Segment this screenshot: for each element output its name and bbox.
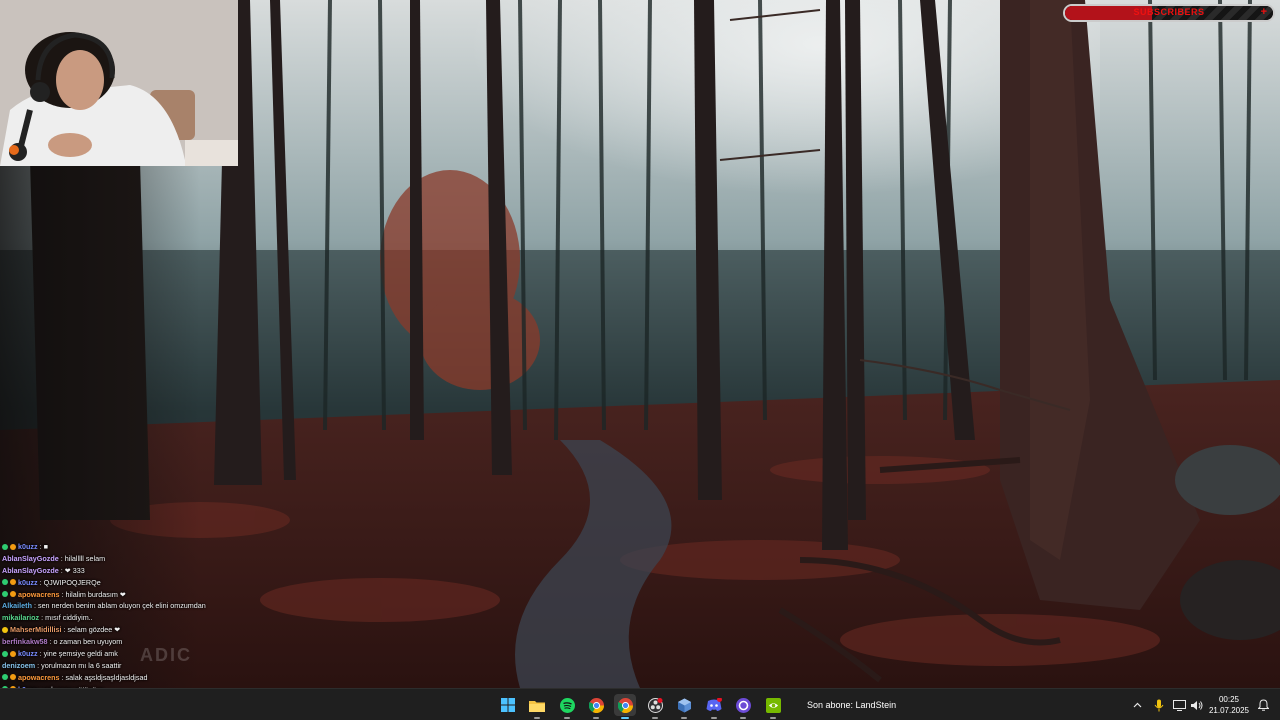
- chat-badge-icon: [10, 579, 16, 586]
- chat-message: AblanSlayGozde : hilalllll selam: [2, 553, 292, 565]
- windows-start-icon[interactable]: [497, 694, 519, 716]
- chat-text: salak aşsldjsaşldjasldjsad: [65, 672, 148, 682]
- discord-icon[interactable]: [703, 694, 725, 719]
- chat-username[interactable]: Alkaileth: [2, 601, 32, 610]
- chat-text: hilalllll selam: [64, 553, 106, 563]
- now-playing-label: Son abone: LandStein: [807, 700, 897, 710]
- chat-text: ❤ 333: [64, 565, 85, 575]
- chat-username[interactable]: k0uzz: [18, 542, 38, 551]
- chat-username[interactable]: mikailarioz: [2, 613, 39, 622]
- chat-badge-icon: [2, 674, 8, 681]
- chat-message: k0uzz : QJWIPOQJERQe: [2, 577, 292, 589]
- clock-time: 00:25: [1218, 695, 1240, 704]
- clock-date: 21.07.2025: [1208, 706, 1250, 715]
- nvidia-icon[interactable]: [762, 694, 784, 719]
- chrome-icon[interactable]: [585, 694, 607, 719]
- chrome-profile-icon[interactable]: [614, 694, 636, 719]
- chevron-up-icon[interactable]: [1130, 698, 1144, 712]
- spotify-icon[interactable]: [556, 694, 578, 719]
- chat-username[interactable]: denizoem: [2, 661, 35, 670]
- video-watermark: ADIC: [140, 645, 192, 665]
- volume-icon[interactable]: [1189, 698, 1203, 712]
- chat-username[interactable]: MahserMidillisi: [10, 625, 62, 634]
- app-ring-icon[interactable]: [732, 694, 754, 719]
- chat-username[interactable]: apowacrens: [18, 590, 60, 599]
- chat-badge-icon: [2, 626, 8, 633]
- chat-username[interactable]: AblanSlayGozde: [2, 554, 59, 563]
- app-cube-icon[interactable]: [673, 694, 695, 719]
- chat-text: selam gözdee ❤: [67, 625, 121, 635]
- taskbar-clock[interactable]: 00:25 21.07.2025: [1208, 694, 1250, 716]
- chat-badge-icon: [2, 543, 8, 550]
- streamer-webcam-feed: [0, 0, 238, 166]
- windows-taskbar: Son abone: LandStein 00:25 21.07.2025: [0, 688, 1280, 720]
- chat-message: Alkaileth : sen nerden benim ablam oluyo…: [2, 600, 292, 612]
- chat-text: mısıf ciddiyim..: [45, 613, 93, 623]
- chat-username[interactable]: apowacrens: [18, 673, 60, 682]
- file-explorer-icon[interactable]: [526, 694, 548, 719]
- chat-username[interactable]: k0uzz: [18, 578, 38, 587]
- chat-badge-icon: [10, 591, 16, 598]
- chat-badge-icon: [10, 650, 16, 657]
- chat-text: sen nerden benim ablam oluyon çek elini …: [37, 601, 206, 611]
- subscriber-goal-bar: SUBSCRIBERS +: [1063, 4, 1275, 22]
- chat-text: hilalim burdasım ❤: [65, 589, 126, 599]
- goal-bar-label: SUBSCRIBERS: [1133, 7, 1205, 17]
- chat-badge-icon: [2, 579, 8, 586]
- microphone-icon[interactable]: [1152, 698, 1166, 712]
- notification-bell-icon[interactable]: [1256, 698, 1270, 712]
- chat-message: apowacrens : hilalim burdasım ❤: [2, 589, 292, 601]
- network-icon[interactable]: [1172, 698, 1186, 712]
- chat-badge-icon: [2, 650, 8, 657]
- chat-message: AblanSlayGozde : ❤ 333: [2, 565, 292, 577]
- chat-message: apowacrens : salak aşsldjsaşldjasldjsad: [2, 672, 292, 684]
- goal-bar-plus-icon: +: [1260, 6, 1267, 18]
- chat-username[interactable]: k0uzz: [18, 649, 38, 658]
- chat-message: MahserMidillisi : selam gözdee ❤: [2, 624, 292, 636]
- webcam-overlay: [0, 0, 238, 166]
- chat-username[interactable]: berfinkakw58: [2, 637, 48, 646]
- chat-text: yorulmazın mı la 6 saattir: [41, 660, 122, 670]
- chat-text: o zaman ben uyuyom: [53, 637, 123, 647]
- chat-badge-icon: [10, 674, 16, 681]
- chat-text: yine şemsiye geldi amk: [43, 649, 118, 659]
- chat-message: mikailarioz : mısıf ciddiyim..: [2, 612, 292, 624]
- chat-username[interactable]: AblanSlayGozde: [2, 566, 59, 575]
- chat-text: ■: [43, 542, 48, 551]
- chat-message: k0uzz : ■: [2, 541, 292, 553]
- chat-text: QJWIPOQJERQe: [43, 577, 101, 587]
- chat-badge-icon: [10, 543, 16, 550]
- obs-icon[interactable]: [644, 694, 666, 719]
- chat-badge-icon: [2, 591, 8, 598]
